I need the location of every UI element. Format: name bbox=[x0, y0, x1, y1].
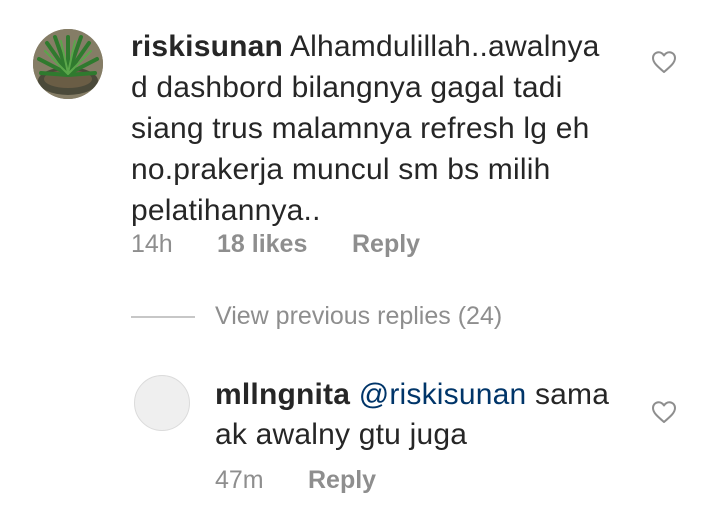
divider-line bbox=[131, 315, 195, 318]
reply-time: 47m bbox=[215, 466, 264, 494]
likes-count-button[interactable]: 18 likes bbox=[217, 230, 352, 259]
reply-mention-link[interactable]: @riskisunan bbox=[359, 378, 527, 411]
reply-meta: 47m Reply bbox=[215, 466, 376, 495]
comment-meta: 14h 18 likes Reply bbox=[131, 230, 420, 259]
view-previous-replies-button[interactable]: View previous replies (24) bbox=[131, 302, 502, 331]
view-previous-replies-label: View previous replies (24) bbox=[215, 302, 503, 330]
avatar[interactable] bbox=[33, 29, 103, 99]
comment-body: riskisunan Alhamdulillah..awalnya d dash… bbox=[131, 26, 601, 231]
reply-username[interactable]: mllngnita bbox=[215, 378, 350, 411]
plant-photo-icon bbox=[33, 29, 103, 99]
reply-reply-button[interactable]: Reply bbox=[308, 466, 376, 495]
reply-body: mllngnita @riskisunan sama ak awalny gtu… bbox=[215, 375, 635, 455]
like-heart-icon[interactable] bbox=[651, 50, 677, 74]
comment-username[interactable]: riskisunan bbox=[131, 30, 283, 63]
comment-time: 14h bbox=[131, 230, 173, 258]
reply-avatar[interactable] bbox=[134, 375, 190, 431]
reply-like-heart-icon[interactable] bbox=[651, 400, 677, 424]
reply-button[interactable]: Reply bbox=[352, 230, 420, 259]
